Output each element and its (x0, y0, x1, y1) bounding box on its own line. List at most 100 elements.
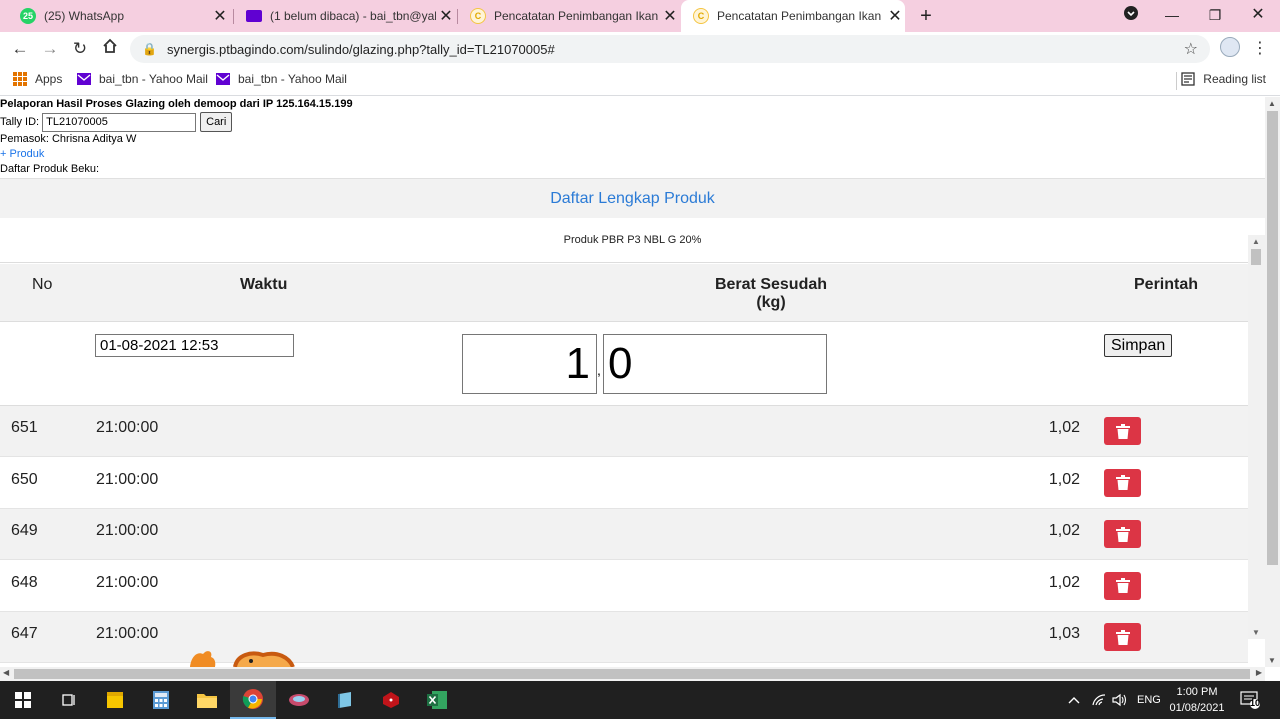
reading-list-icon (1181, 72, 1195, 86)
delete-button[interactable] (1104, 571, 1141, 600)
book-icon (338, 692, 351, 708)
url-text[interactable]: synergis.ptbagindo.com/sulindo/glazing.p… (167, 42, 555, 57)
calculator-app[interactable] (138, 681, 184, 719)
bookmark-label: Apps (35, 72, 63, 86)
excel-icon (427, 691, 447, 709)
row-weight: 1,03 (1048, 625, 1080, 642)
network-app[interactable] (276, 681, 322, 719)
bookmarks-bar: Apps bai_tbn - Yahoo Mail bai_tbn - Yaho… (0, 66, 1280, 96)
reading-list-label: Reading list (1203, 72, 1266, 86)
close-window-button[interactable]: ✕ (1236, 0, 1280, 32)
cari-button[interactable]: Cari (200, 112, 233, 132)
tab-yahoo-mail[interactable]: (1 belum dibaca) - bai_tbn@yahoo ✕ (234, 0, 456, 32)
inner-scrollbar[interactable]: ▲ ▼ (1248, 235, 1265, 639)
weight-decimal-input[interactable]: 0 (603, 334, 827, 394)
back-button[interactable]: ← (8, 37, 32, 61)
forward-button[interactable]: → (38, 37, 62, 61)
row-time: 21:00:00 (96, 573, 159, 591)
notification-center[interactable]: 10 (1240, 681, 1260, 719)
address-bar[interactable]: 🔒 synergis.ptbagindo.com/sulindo/glazing… (130, 35, 1210, 63)
folder-icon (197, 694, 217, 708)
wifi-icon[interactable] (1091, 681, 1107, 719)
trash-icon (1115, 578, 1130, 593)
bookmark-label: bai_tbn - Yahoo Mail (99, 72, 208, 86)
tray-chevron[interactable] (1068, 681, 1080, 719)
close-icon[interactable]: ✕ (885, 6, 905, 26)
row-time: 21:00:00 (96, 470, 159, 488)
app-blue-book[interactable] (322, 681, 368, 719)
file-explorer-app[interactable] (184, 681, 230, 719)
reload-button[interactable]: ↻ (68, 37, 92, 61)
row-weight: 1,02 (1048, 419, 1080, 436)
home-button[interactable] (98, 37, 122, 61)
close-icon[interactable]: ✕ (660, 6, 680, 26)
delete-button[interactable] (1104, 468, 1141, 497)
header-no: No (32, 276, 53, 293)
simpan-button[interactable]: Simpan (1104, 334, 1173, 357)
tab-title: (25) WhatsApp (44, 9, 125, 23)
new-tab-button[interactable]: + (914, 4, 938, 28)
start-button[interactable] (0, 681, 46, 719)
delete-button[interactable] (1104, 417, 1141, 445)
menu-icon[interactable]: ⋮ (1252, 38, 1268, 58)
sticky-notes-app[interactable] (92, 681, 138, 719)
notification-count: 10 (1250, 698, 1261, 708)
row-weight: 1,02 (1048, 573, 1080, 591)
volume-icon[interactable] (1112, 681, 1128, 719)
mail-icon (77, 73, 91, 85)
tab-search-button[interactable] (1109, 0, 1153, 32)
page-horizontal-scrollbar[interactable]: ◀ ▶ (0, 667, 1265, 681)
tab-whatsapp[interactable]: 25 (25) WhatsApp ✕ (8, 0, 230, 32)
tab-pencatatan-1[interactable]: C Pencatatan Penimbangan Ikan ✕ (458, 0, 680, 32)
table-row: 648 21:00:00 1,02 (0, 560, 1248, 612)
star-icon[interactable]: ☆ (1184, 39, 1198, 59)
row-time: 21:00:00 (96, 522, 159, 539)
product-name: Produk PBR P3 NBL G 20% (0, 218, 1265, 263)
row-weight: 1,02 (1048, 470, 1080, 488)
browser-toolbar: ← → ↻ 🔒 synergis.ptbagindo.com/sulindo/g… (0, 32, 1280, 66)
mascot-image (190, 651, 295, 667)
tally-id-input[interactable] (42, 112, 197, 132)
language-indicator[interactable]: ENG (1137, 681, 1161, 719)
decimal-separator: , (597, 362, 601, 378)
whatsapp-icon: 25 (20, 8, 36, 24)
weight-integer-input[interactable]: 1 (462, 334, 597, 394)
trash-icon (1115, 526, 1130, 542)
profile-avatar[interactable] (1220, 37, 1240, 57)
reading-list-button[interactable]: Reading list (1181, 72, 1266, 86)
maximize-button[interactable]: ❐ (1193, 0, 1237, 32)
tab-title: Pencatatan Penimbangan Ikan (494, 9, 659, 23)
add-produk-link[interactable]: + Produk (0, 147, 44, 162)
clock-time: 1:00 PM (1176, 686, 1218, 698)
tab-pencatatan-2[interactable]: C Pencatatan Penimbangan Ikan - Go ✕ (681, 0, 905, 32)
entry-row: 1 , 0 Simpan (0, 322, 1248, 406)
excel-app[interactable] (414, 681, 460, 719)
header-waktu: Waktu (240, 276, 288, 293)
row-weight: 1,02 (1048, 522, 1080, 539)
delete-button[interactable] (1104, 520, 1141, 548)
bookmark-yahoo-mail-1[interactable]: bai_tbn - Yahoo Mail (77, 72, 208, 86)
delete-button[interactable] (1104, 623, 1141, 651)
supplier-text: Pemasok: Chrisna Aditya W (0, 133, 137, 145)
system-clock[interactable]: 1:00 PM 01/08/2021 (1160, 684, 1234, 716)
minimize-button[interactable]: — (1150, 0, 1194, 32)
close-icon[interactable]: ✕ (210, 6, 230, 26)
row-no: 649 (11, 522, 38, 539)
frozen-product-list-label: Daftar Produk Beku: (0, 163, 100, 175)
windows-taskbar: ENG 1:00 PM 01/08/2021 10 (0, 681, 1280, 719)
row-time: 21:00:00 (96, 419, 159, 436)
bookmark-apps[interactable]: Apps (13, 72, 62, 86)
datetime-input[interactable] (95, 334, 294, 357)
trash-icon (1115, 629, 1130, 645)
page-vertical-scrollbar[interactable]: ▲ ▼ (1265, 97, 1280, 667)
task-view-icon (62, 694, 75, 706)
header-berat: Berat Sesudah (kg) (714, 276, 828, 311)
task-view-button[interactable] (46, 681, 92, 719)
lock-icon[interactable]: 🔒 (142, 42, 157, 56)
bookmark-yahoo-mail-2[interactable]: bai_tbn - Yahoo Mail (216, 72, 347, 86)
close-icon[interactable]: ✕ (436, 6, 456, 26)
mail-icon (246, 10, 262, 22)
chrome-app[interactable] (230, 681, 276, 719)
app-red-dice[interactable] (368, 681, 414, 719)
row-no: 647 (11, 625, 38, 642)
